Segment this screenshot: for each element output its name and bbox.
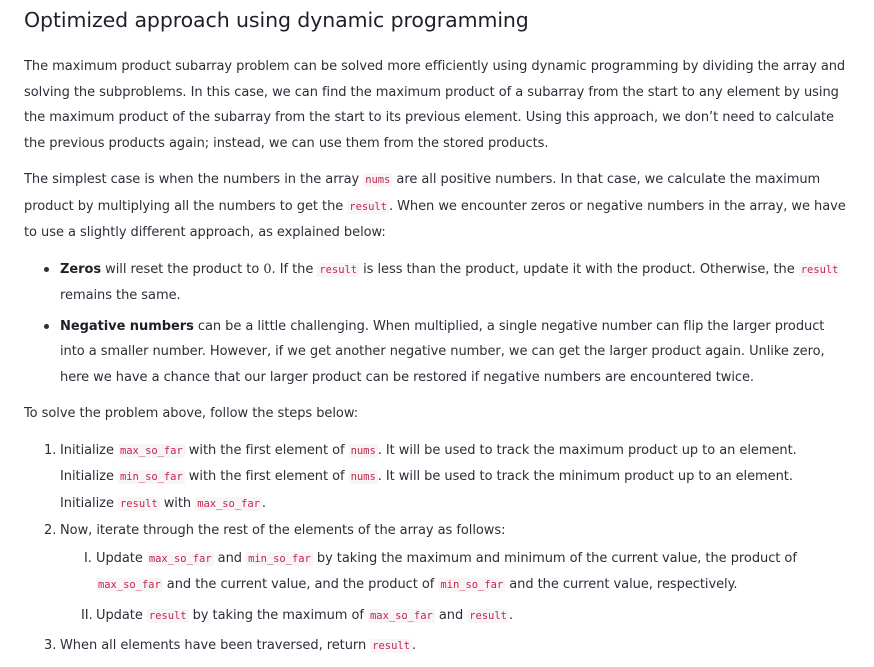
sub-steps-list: I. Update max_so_far and min_so_far by ta…	[60, 546, 850, 630]
simplest-case-paragraph: The simplest case is when the numbers in…	[24, 167, 850, 246]
cases-list: Zeros will reset the product to 0. If th…	[24, 257, 850, 391]
inline-code-nums: nums	[348, 470, 378, 484]
inline-code-result: result	[467, 608, 509, 623]
inline-code-nums: nums	[363, 173, 393, 187]
inline-code-result: result	[146, 608, 189, 623]
step-2: 2. Now, iterate through the rest of the e…	[44, 518, 850, 630]
section-heading: Optimized approach using dynamic program…	[24, 8, 529, 32]
steps-list: 1. Initialize max_so_far with the first e…	[24, 438, 850, 660]
text: with the first element of	[184, 469, 349, 484]
step-3: 3. When all elements have been traversed,…	[44, 633, 850, 660]
text: .	[261, 495, 266, 511]
step-1: 1. Initialize max_so_far with the first e…	[44, 438, 850, 518]
article-content: Optimized approach using dynamic program…	[0, 0, 874, 660]
text: is less than the product, update it with…	[359, 261, 799, 277]
text: and	[434, 607, 468, 623]
intro-paragraph: The maximum product subarray problem can…	[24, 59, 846, 151]
text: with the first element of	[184, 442, 349, 458]
inline-code-result: result	[118, 496, 160, 511]
inline-code-max-so-far: max_so_far	[96, 578, 163, 592]
sub-step-2: II. Update result by taking the maximum o…	[81, 603, 850, 630]
list-item-negative-numbers: Negative numbers can be a little challen…	[44, 314, 850, 391]
text: and the current value, respectively.	[505, 577, 738, 592]
step-number: 1.	[44, 442, 57, 458]
text: The simplest case is when the numbers in…	[24, 172, 364, 187]
inline-code-result: result	[798, 262, 841, 277]
text: When all elements have been traversed, r…	[60, 638, 371, 653]
inline-code-min-so-far: min_so_far	[438, 578, 506, 592]
inline-code-max-so-far: max_so_far	[118, 443, 185, 458]
text: will reset the product to	[101, 261, 264, 277]
text: Now, iterate through the rest of the ele…	[60, 523, 506, 538]
list-item-zeros: Zeros will reset the product to 0. If th…	[44, 257, 850, 309]
bullet-icon	[44, 323, 49, 329]
inline-code-result: result	[370, 639, 412, 653]
text: with	[159, 495, 196, 511]
bold-label-negative-numbers: Negative numbers	[60, 318, 194, 334]
step-number: 3.	[44, 638, 57, 653]
text: and the current value, and the product o…	[162, 577, 439, 592]
text: remains the same.	[60, 288, 181, 303]
sub-step-number: I.	[84, 550, 92, 566]
text: .	[411, 638, 416, 653]
math-zero: 0	[263, 261, 272, 277]
text: and	[213, 550, 247, 566]
steps-intro-paragraph: To solve the problem above, follow the s…	[24, 406, 359, 421]
inline-code-result: result	[347, 199, 389, 214]
text: Update	[96, 550, 147, 566]
inline-code-max-so-far: max_so_far	[146, 551, 214, 566]
sub-step-number: II.	[81, 607, 93, 623]
inline-code-min-so-far: min_so_far	[246, 551, 313, 566]
bullet-icon	[44, 266, 49, 272]
text: Update	[96, 607, 147, 623]
text: . If the	[271, 261, 318, 277]
bold-label-zeros: Zeros	[60, 261, 102, 277]
inline-code-max-so-far: max_so_far	[195, 496, 262, 511]
text: Initialize	[60, 442, 118, 458]
inline-code-result: result	[317, 262, 360, 277]
text: by taking the maximum of	[188, 607, 369, 623]
step-number: 2.	[44, 523, 57, 538]
inline-code-min-so-far: min_so_far	[118, 470, 185, 484]
text: .	[508, 607, 513, 623]
inline-code-max-so-far: max_so_far	[368, 608, 435, 623]
inline-code-nums: nums	[348, 443, 378, 458]
text: by taking the maximum and minimum of the…	[312, 550, 797, 566]
sub-step-1: I. Update max_so_far and min_so_far by ta…	[84, 546, 850, 599]
